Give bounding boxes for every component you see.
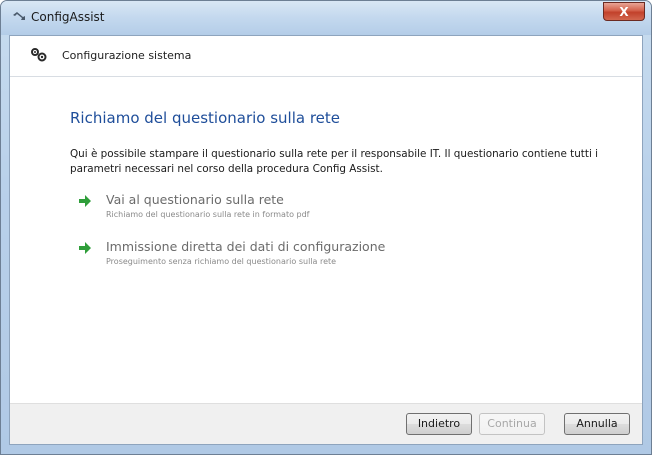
option-network-questionnaire[interactable]: Vai al questionario sulla rete Richiamo … [78,192,598,226]
header-title: Configurazione sistema [62,49,192,62]
option-subtitle: Proseguimento senza richiamo del questio… [106,257,337,266]
option-direct-input[interactable]: Immissione diretta dei dati di configura… [78,239,598,273]
intro-text: Qui è possibile stampare il questionario… [70,147,610,177]
main-content: Richiamo del questionario sulla rete Qui… [10,77,642,403]
app-icon [11,11,27,25]
config-assist-window: ConfigAssist X Configurazione sistema Ri… [0,0,652,455]
intro-line-1: Qui è possibile stampare il questionario… [70,148,599,160]
header-bar: Configurazione sistema [10,36,642,77]
gears-icon [30,47,48,68]
footer-bar: Indietro Continua Annulla [10,403,642,444]
client-area: Configurazione sistema Richiamo del ques… [9,35,643,445]
option-title: Vai al questionario sulla rete [106,192,284,207]
green-arrow-icon [78,193,92,209]
green-arrow-icon [78,240,92,256]
cancel-button[interactable]: Annulla [564,413,630,435]
title-bar[interactable]: ConfigAssist X [1,1,651,35]
page-title: Richiamo del questionario sulla rete [70,109,341,127]
back-button[interactable]: Indietro [406,413,472,435]
option-subtitle: Richiamo del questionario sulla rete in … [106,210,310,219]
option-title: Immissione diretta dei dati di configura… [106,239,386,254]
window-title: ConfigAssist [31,10,105,24]
close-button[interactable]: X [603,2,645,21]
continue-button[interactable]: Continua [479,413,545,435]
intro-line-2: parametri necessari nel corso della proc… [70,163,383,175]
